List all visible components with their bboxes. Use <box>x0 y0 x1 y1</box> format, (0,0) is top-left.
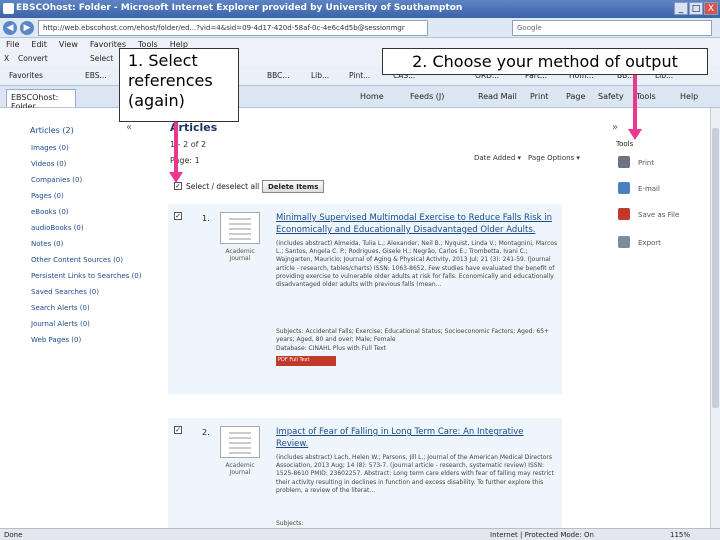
menu-file[interactable]: File <box>6 40 19 50</box>
tab-ebscohost-folder[interactable]: EBSCOhost: Folder <box>6 89 76 111</box>
callout-step-1: 1. Select references (again) <box>119 48 239 122</box>
arrow-shaft-step-1 <box>174 122 178 174</box>
record-checkbox[interactable]: ✓ <box>174 212 182 220</box>
close-toolbar-icon[interactable]: X <box>4 54 9 63</box>
print-command-button[interactable]: Print <box>530 92 548 101</box>
window-title: EBSCOhost: Folder - Microsoft Internet E… <box>16 3 463 13</box>
tool-export-label: Export <box>638 239 661 247</box>
sidebar-item-web-pages[interactable]: Web Pages (0) <box>31 336 81 344</box>
favorite-link[interactable]: Pint... <box>344 69 375 83</box>
sidebar-item-persistent-links[interactable]: Persistent Links to Searches (0) <box>31 272 141 280</box>
record-checkbox[interactable]: ✓ <box>174 426 182 434</box>
select-button[interactable]: Select <box>90 54 113 63</box>
sidebar-item-videos[interactable]: Videos (0) <box>31 160 66 168</box>
record-database: Database: CINAHL Plus with Full Text <box>276 345 386 352</box>
printer-icon <box>618 156 630 168</box>
record-abstract: (includes abstract) Almeida, Tulia L.; A… <box>276 240 558 289</box>
tool-print-label: Print <box>638 159 655 167</box>
record-number: 2. <box>202 428 210 437</box>
email-icon <box>618 182 630 194</box>
tool-email[interactable]: E-mail <box>618 182 688 198</box>
delete-items-button[interactable]: Delete Items <box>262 180 325 193</box>
safety-menu-button[interactable]: Safety <box>598 92 624 101</box>
record-title-link[interactable]: Minimally Supervised Multimodal Exercise… <box>276 212 558 236</box>
tool-email-label: E-mail <box>638 185 660 193</box>
record-subjects: Subjects: Accidental Falls; Exercise; Ed… <box>276 328 550 344</box>
page-menu-button[interactable]: Page <box>566 92 585 101</box>
tab-bar: EBSCOhost: Folder Home Feeds (J) Read Ma… <box>0 86 720 111</box>
sort-date-dropdown[interactable]: Date Added ▾ <box>474 154 521 162</box>
record-number: 1. <box>202 214 210 223</box>
search-input[interactable]: Google <box>512 20 712 36</box>
status-bar: Done Internet | Protected Mode: On 115% <box>0 528 720 540</box>
sidebar-item-audiobooks[interactable]: audioBooks (0) <box>31 224 84 232</box>
tool-save[interactable]: Save as File <box>618 208 688 224</box>
tool-save-label: Save as File <box>638 211 680 219</box>
tools-menu-button[interactable]: Tools <box>636 92 656 101</box>
arrow-down-icon <box>169 172 183 183</box>
record-title-link[interactable]: Impact of Fear of Falling in Long Term C… <box>276 426 558 450</box>
address-bar: ◀ ▶ http://web.ebscohost.com/ehost/folde… <box>0 18 720 38</box>
publication-type-icon <box>220 212 260 244</box>
maximize-button[interactable]: □ <box>689 2 703 15</box>
window-titlebar: EBSCOhost: Folder - Microsoft Internet E… <box>0 0 720 18</box>
arrow-down-icon <box>628 129 642 140</box>
sidebar-item-saved-searches[interactable]: Saved Searches (0) <box>31 288 99 296</box>
sidebar-item-search-alerts[interactable]: Search Alerts (0) <box>31 304 90 312</box>
sidebar-item-ebooks[interactable]: eBooks (0) <box>31 208 69 216</box>
callout-step-2: 2. Choose your method of output <box>382 48 708 75</box>
sidebar-item-other-content[interactable]: Other Content Sources (0) <box>31 256 123 264</box>
select-all-checkbox[interactable]: ✓ <box>174 182 182 190</box>
result-record: ✓ 2. Academic Journal Impact of Fear of … <box>168 418 562 530</box>
menu-view[interactable]: View <box>59 40 78 50</box>
pdf-full-text-link[interactable]: PDF Full Text <box>276 356 336 366</box>
status-text: Done <box>4 531 23 539</box>
tool-export[interactable]: Export <box>618 236 688 252</box>
page-options-dropdown[interactable]: Page Options ▾ <box>528 154 580 162</box>
convert-button[interactable]: Convert <box>18 54 48 63</box>
favorite-link[interactable]: Lib... <box>306 69 334 83</box>
record-abstract: (includes abstract) Lach, Helen W.; Pars… <box>276 454 554 494</box>
tools-header: Tools <box>616 140 634 148</box>
export-icon <box>618 236 630 248</box>
sidebar-item-pages[interactable]: Pages (0) <box>31 192 64 200</box>
favorite-link[interactable]: EBS... <box>80 69 112 83</box>
tool-print[interactable]: Print <box>618 156 688 172</box>
publication-type-icon <box>220 426 260 458</box>
window-controls: _ □ X <box>674 2 718 15</box>
save-icon <box>618 208 630 220</box>
zoom-level[interactable]: 115% <box>670 531 690 539</box>
select-all-label[interactable]: Select / deselect all <box>186 182 259 191</box>
arrow-shaft-step-2 <box>633 75 637 131</box>
feeds-button[interactable]: Feeds (J) <box>410 92 444 101</box>
favorite-link[interactable]: BBC... <box>262 69 295 83</box>
read-mail-button[interactable]: Read Mail <box>478 92 517 101</box>
result-record: ✓ 1. Academic Journal Minimally Supervis… <box>168 204 562 394</box>
favorites-button[interactable]: Favorites <box>4 69 48 83</box>
back-icon[interactable]: ◀ <box>3 21 17 35</box>
scrollbar-thumb[interactable] <box>712 128 719 408</box>
minimize-button[interactable]: _ <box>674 2 688 15</box>
security-zone: Internet | Protected Mode: On <box>490 531 594 539</box>
browser-app-icon <box>3 3 14 14</box>
url-field[interactable]: http://web.ebscohost.com/ehost/folder/ed… <box>38 20 428 36</box>
publication-type-label: Academic Journal <box>225 248 255 262</box>
help-menu-button[interactable]: Help <box>680 92 698 101</box>
sidebar-item-images[interactable]: Images (0) <box>31 144 69 152</box>
sidebar-item-articles[interactable]: Articles (2) <box>30 126 74 135</box>
sidebar-item-companies[interactable]: Companies (0) <box>31 176 82 184</box>
close-button[interactable]: X <box>704 2 718 15</box>
collapse-sidebar-icon[interactable]: « <box>126 122 132 133</box>
select-all-bar: ✓ Select / deselect all Delete Items <box>168 180 562 194</box>
forward-icon[interactable]: ▶ <box>20 21 34 35</box>
vertical-scrollbar[interactable] <box>710 108 720 528</box>
expand-tools-icon[interactable]: » <box>612 122 618 133</box>
home-button[interactable]: Home <box>360 92 384 101</box>
sidebar-item-journal-alerts[interactable]: Journal Alerts (0) <box>31 320 90 328</box>
publication-type-label: Academic Journal <box>225 462 255 476</box>
menu-edit[interactable]: Edit <box>31 40 47 50</box>
sidebar-item-notes[interactable]: Notes (0) <box>31 240 63 248</box>
